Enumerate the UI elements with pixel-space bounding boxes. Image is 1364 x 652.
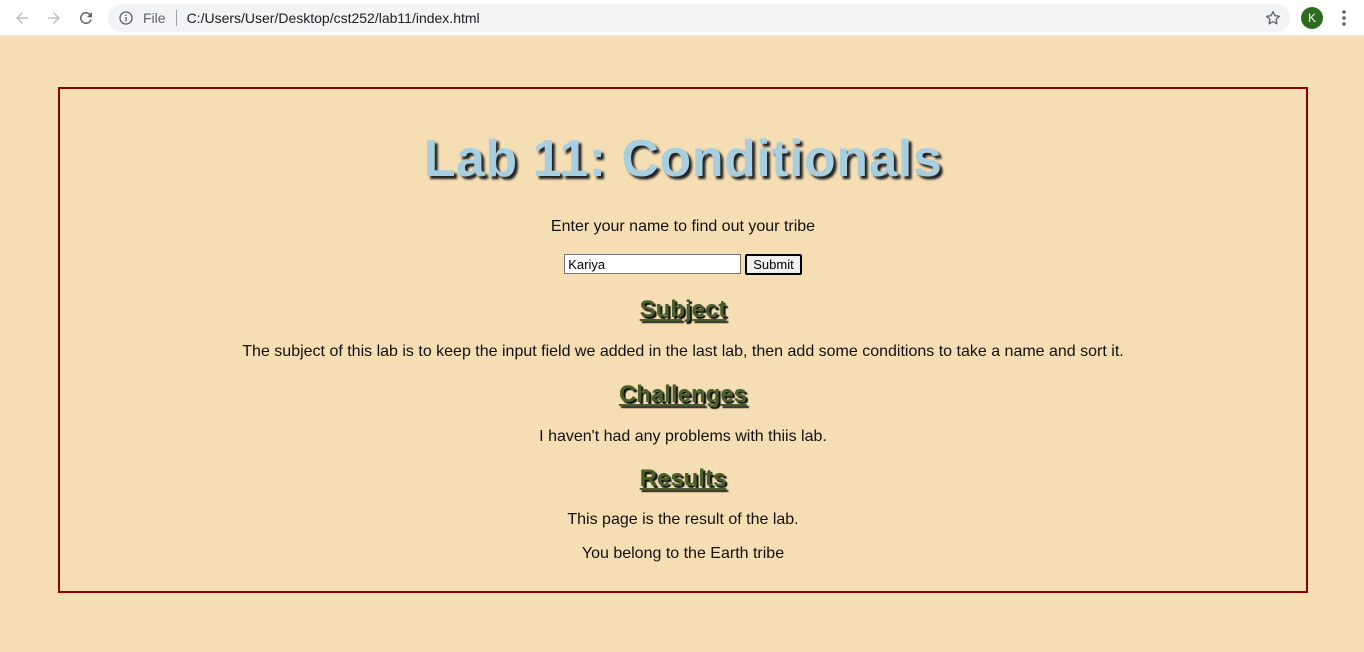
results-text: This page is the result of the lab.	[567, 511, 799, 528]
name-form: Submit	[60, 253, 1306, 275]
address-bar[interactable]: File C:/Users/User/Desktop/cst252/lab11/…	[108, 4, 1290, 32]
content-container: Lab 11: Conditionals Enter your name to …	[58, 87, 1308, 593]
tribe-result-message: You belong to the Earth tribe	[581, 545, 785, 562]
challenges-heading: Challenges	[618, 381, 748, 408]
file-scheme-label: File	[143, 10, 166, 26]
challenges-text: I haven't had any problems with thiis la…	[539, 428, 827, 445]
kebab-menu-icon[interactable]	[1336, 9, 1352, 27]
subject-heading: Subject	[639, 296, 727, 323]
omnibox-divider	[175, 10, 177, 26]
back-arrow-icon	[16, 11, 28, 24]
profile-avatar[interactable]: K	[1301, 7, 1323, 29]
reload-button[interactable]	[70, 0, 102, 36]
name-prompt: Enter your name to find out your tribe	[550, 218, 816, 235]
browser-toolbar: File C:/Users/User/Desktop/cst252/lab11/…	[0, 0, 1364, 36]
bookmark-star-icon[interactable]	[1264, 9, 1282, 27]
results-heading: Results	[639, 465, 727, 492]
url-text[interactable]: C:/Users/User/Desktop/cst252/lab11/index…	[187, 10, 480, 26]
page-title: Lab 11: Conditionals	[423, 130, 943, 188]
reload-icon	[80, 11, 92, 24]
forward-arrow-icon	[48, 11, 60, 24]
forward-button[interactable]	[38, 0, 70, 36]
info-icon[interactable]	[118, 10, 134, 26]
subject-text: The subject of this lab is to keep the i…	[242, 343, 1124, 360]
back-button[interactable]	[6, 0, 38, 36]
name-input[interactable]	[564, 254, 742, 274]
submit-button[interactable]: Submit	[745, 253, 802, 275]
